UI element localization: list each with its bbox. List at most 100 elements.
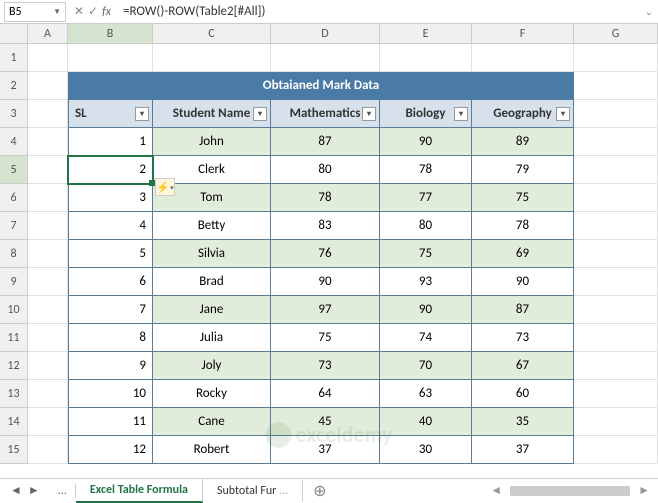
scroll-right-icon[interactable]: ► [638,483,650,498]
cell-sl[interactable]: 4 [68,212,153,240]
cell-geo[interactable]: 87 [472,296,574,324]
cell-name[interactable]: Silvia [153,240,271,268]
fx-icon[interactable]: fx [102,5,111,19]
cell-bio[interactable]: 77 [380,184,472,212]
cell-geo[interactable]: 79 [472,156,574,184]
cell-bio[interactable]: 30 [380,436,472,464]
cell[interactable] [28,296,68,324]
cell-bio[interactable]: 90 [380,296,472,324]
cell-sl[interactable]: 12 [68,436,153,464]
cell-math[interactable]: 90 [271,268,380,296]
cell-sl[interactable]: 10 [68,380,153,408]
cell-bio[interactable]: 80 [380,212,472,240]
accept-icon[interactable]: ✓ [88,4,98,19]
cell[interactable] [28,44,68,72]
cell[interactable] [380,44,472,72]
cell-geo[interactable]: 90 [472,268,574,296]
row-header[interactable]: 1 [0,44,28,72]
cell-geo[interactable]: 69 [472,240,574,268]
cancel-icon[interactable]: ✕ [74,4,84,19]
cell[interactable] [574,156,658,184]
cell[interactable] [271,44,380,72]
cell[interactable] [574,436,658,464]
cell-name[interactable]: Jane [153,296,271,324]
cell-name[interactable]: Rocky [153,380,271,408]
cell[interactable] [28,156,68,184]
cell-sl[interactable]: 1 [68,128,153,156]
cell-bio[interactable]: 93 [380,268,472,296]
cell[interactable] [574,212,658,240]
filter-icon[interactable]: ▾ [454,107,468,121]
cell[interactable] [153,44,271,72]
cell-name[interactable]: John [153,128,271,156]
scroll-thumb[interactable] [510,486,630,496]
cell[interactable] [574,44,658,72]
cell-sl[interactable]: 9 [68,352,153,380]
cell[interactable] [28,240,68,268]
cell-math[interactable]: 64 [271,380,380,408]
cell[interactable] [574,408,658,436]
cell[interactable] [574,100,658,128]
cell[interactable] [28,212,68,240]
cell[interactable] [28,100,68,128]
cell[interactable] [574,324,658,352]
tab-prev-icon[interactable]: ◄ [10,483,22,498]
row-header[interactable]: 2 [0,72,28,100]
col-header-f[interactable]: F [472,24,574,43]
cell[interactable] [68,44,153,72]
cell-bio[interactable]: 63 [380,380,472,408]
cell-geo[interactable]: 75 [472,184,574,212]
cell-name[interactable]: Robert [153,436,271,464]
row-header[interactable]: 12 [0,352,28,380]
col-header-d[interactable]: D [271,24,380,43]
row-header[interactable]: 15 [0,436,28,464]
cell-name[interactable]: Brad [153,268,271,296]
cell-geo[interactable]: 73 [472,324,574,352]
cell-math[interactable]: 75 [271,324,380,352]
filter-icon[interactable]: ▾ [253,107,267,121]
row-header[interactable]: 11 [0,324,28,352]
cell[interactable] [574,380,658,408]
filter-icon[interactable]: ▾ [556,107,570,121]
table-header-name[interactable]: Student Name▾ [153,100,271,128]
tab-active[interactable]: Excel Table Formula [76,479,203,503]
row-header[interactable]: 6 [0,184,28,212]
cell-math[interactable]: 80 [271,156,380,184]
cell-math[interactable]: 97 [271,296,380,324]
cell-bio[interactable]: 70 [380,352,472,380]
formula-input[interactable]: =ROW()-ROW(Table2[#All]) [119,2,636,21]
cell[interactable] [574,352,658,380]
cell-bio[interactable]: 78 [380,156,472,184]
col-header-c[interactable]: C [153,24,271,43]
tab-next[interactable]: Subtotal Fur ... [203,480,303,502]
cell-geo[interactable]: 67 [472,352,574,380]
tab-next-icon[interactable]: ► [28,483,40,498]
tab-add-button[interactable]: ⊕ [303,481,336,501]
col-header-a[interactable]: A [28,24,68,43]
cell-math[interactable]: 78 [271,184,380,212]
row-header[interactable]: 5 [0,156,28,184]
cell[interactable] [574,296,658,324]
select-all-corner[interactable] [0,24,28,43]
cell-geo[interactable]: 35 [472,408,574,436]
table-header-geo[interactable]: Geography▾ [472,100,574,128]
horizontal-scroll[interactable]: ◄ ► [337,483,658,498]
cell-name[interactable]: Betty [153,212,271,240]
cell-math[interactable]: 37 [271,436,380,464]
cell[interactable] [28,268,68,296]
cell-name[interactable]: Joly [153,352,271,380]
cell[interactable] [28,380,68,408]
cell[interactable] [28,408,68,436]
col-header-b[interactable]: B [68,24,153,43]
filter-icon[interactable]: ▾ [362,107,376,121]
cell[interactable] [28,184,68,212]
cell-sl[interactable]: 6 [68,268,153,296]
cell[interactable] [28,436,68,464]
cell-bio[interactable]: 75 [380,240,472,268]
cell-geo[interactable]: 37 [472,436,574,464]
row-header[interactable]: 13 [0,380,28,408]
cell[interactable] [28,324,68,352]
cell-math[interactable]: 87 [271,128,380,156]
cell-sl[interactable]: 8 [68,324,153,352]
row-header[interactable]: 7 [0,212,28,240]
